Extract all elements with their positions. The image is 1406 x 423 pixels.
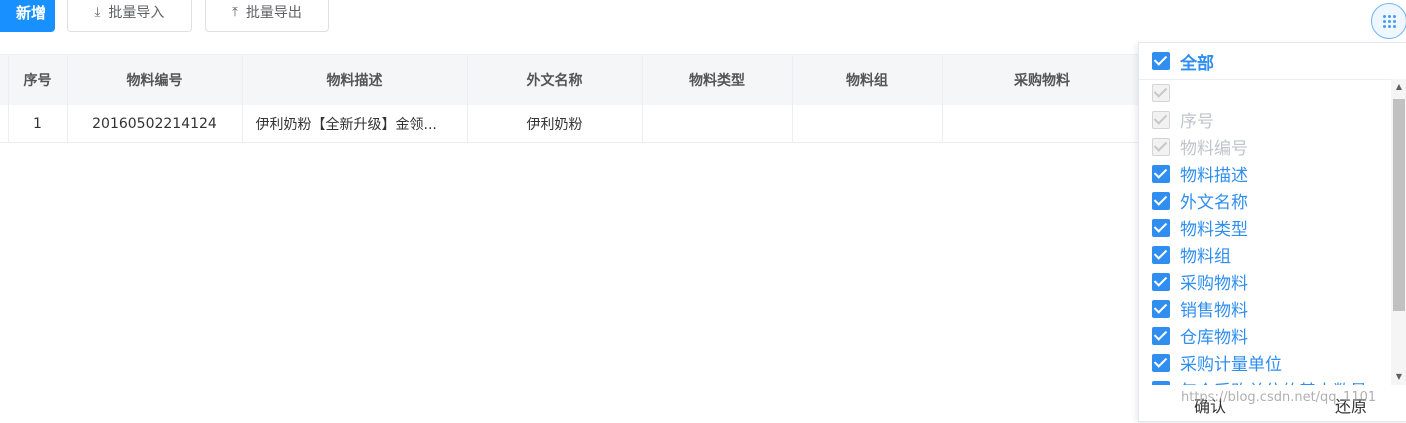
column-option[interactable]: 仓库物料 bbox=[1139, 322, 1391, 349]
batch-export-label: 批量导出 bbox=[245, 5, 302, 21]
select-all-row[interactable]: 全部 bbox=[1139, 43, 1406, 80]
column-option[interactable]: 物料组 bbox=[1139, 241, 1391, 268]
column-header[interactable]: 物料描述 bbox=[242, 54, 468, 105]
table-cell-index: 1 bbox=[8, 105, 68, 143]
table-cell-desc: 伊利奶粉【全新升级】金领... bbox=[242, 105, 468, 143]
column-option[interactable]: 物料类型 bbox=[1139, 214, 1391, 241]
watermark: https://blog.csdn.net/qq_1101 bbox=[1181, 390, 1377, 405]
column-checkbox-list: 序号 物料编号 物料描述 外文名称 物料类型 物料组 采购物料 销售物料 仓库物… bbox=[1139, 79, 1391, 385]
scrollbar-thumb[interactable] bbox=[1393, 99, 1405, 311]
grid-dots-icon bbox=[1382, 14, 1396, 28]
column-select-panel: 全部 序号 物料编号 物料描述 外文名称 物料类型 物料组 采购物料 销售物料 … bbox=[1138, 42, 1406, 422]
table-cell-code: 20160502214124 bbox=[67, 105, 243, 143]
column-option[interactable]: 物料描述 bbox=[1139, 160, 1391, 187]
table-cell-foreign-name: 伊利奶粉 bbox=[467, 105, 643, 143]
add-button-label: 新增 bbox=[15, 3, 46, 22]
column-checkbox[interactable] bbox=[1152, 353, 1170, 372]
batch-import-button[interactable]: ⤓ 批量导入 bbox=[67, 0, 192, 32]
column-checkbox bbox=[1152, 110, 1170, 129]
column-checkbox[interactable] bbox=[1152, 245, 1170, 264]
table-cell-group bbox=[792, 105, 943, 143]
material-table: 序号 物料编号 物料描述 外文名称 物料类型 物料组 采购物料 1 201605… bbox=[0, 54, 1143, 143]
column-option: 序号 bbox=[1139, 106, 1391, 133]
table-cell-purchase bbox=[942, 105, 1143, 143]
column-checkbox[interactable] bbox=[1152, 299, 1170, 318]
select-all-label: 全部 bbox=[1180, 53, 1214, 74]
batch-export-button[interactable]: ⤒ 批量导出 bbox=[205, 0, 329, 32]
table-header-row: 序号 物料编号 物料描述 外文名称 物料类型 物料组 采购物料 bbox=[0, 54, 1143, 105]
column-header[interactable]: 外文名称 bbox=[467, 54, 643, 105]
column-settings-button[interactable] bbox=[1371, 3, 1406, 39]
column-option[interactable]: 外文名称 bbox=[1139, 187, 1391, 214]
column-option[interactable]: 销售物料 bbox=[1139, 295, 1391, 322]
column-checkbox[interactable] bbox=[1152, 380, 1170, 385]
select-all-checkbox[interactable] bbox=[1152, 52, 1170, 70]
column-checkbox bbox=[1152, 137, 1170, 156]
column-option[interactable]: 采购物料 bbox=[1139, 268, 1391, 295]
column-option[interactable]: 采购计量单位 bbox=[1139, 349, 1391, 376]
column-checkbox[interactable] bbox=[1152, 164, 1170, 183]
table-cell-type bbox=[642, 105, 793, 143]
download-icon: ⤓ bbox=[94, 4, 101, 20]
column-option[interactable]: 每个采购单位的基本数量 bbox=[1139, 376, 1391, 385]
table-cell-selection bbox=[0, 105, 9, 143]
column-checkbox[interactable] bbox=[1152, 218, 1170, 237]
column-header[interactable]: 采购物料 bbox=[942, 54, 1143, 105]
column-header[interactable]: 物料组 bbox=[792, 54, 943, 105]
column-checkbox[interactable] bbox=[1152, 272, 1170, 291]
table-row[interactable]: 1 20160502214124 伊利奶粉【全新升级】金领... 伊利奶粉 bbox=[0, 105, 1143, 143]
scroll-down-arrow-icon[interactable]: ▼ bbox=[1391, 369, 1406, 385]
column-checkbox bbox=[1152, 83, 1170, 102]
column-option bbox=[1139, 79, 1391, 106]
upload-icon: ⤒ bbox=[232, 4, 238, 20]
add-button[interactable]: 新增 bbox=[0, 0, 55, 32]
column-header-selection bbox=[0, 54, 9, 105]
batch-import-label: 批量导入 bbox=[108, 5, 165, 21]
column-checkbox[interactable] bbox=[1152, 326, 1170, 345]
column-header[interactable]: 物料类型 bbox=[642, 54, 793, 105]
column-option: 物料编号 bbox=[1139, 133, 1391, 160]
panel-scrollbar[interactable]: ▲ ▼ bbox=[1391, 79, 1406, 385]
column-header[interactable]: 物料编号 bbox=[67, 54, 243, 105]
scroll-up-arrow-icon[interactable]: ▲ bbox=[1391, 79, 1406, 95]
column-checkbox[interactable] bbox=[1152, 191, 1170, 210]
column-header[interactable]: 序号 bbox=[8, 54, 68, 105]
